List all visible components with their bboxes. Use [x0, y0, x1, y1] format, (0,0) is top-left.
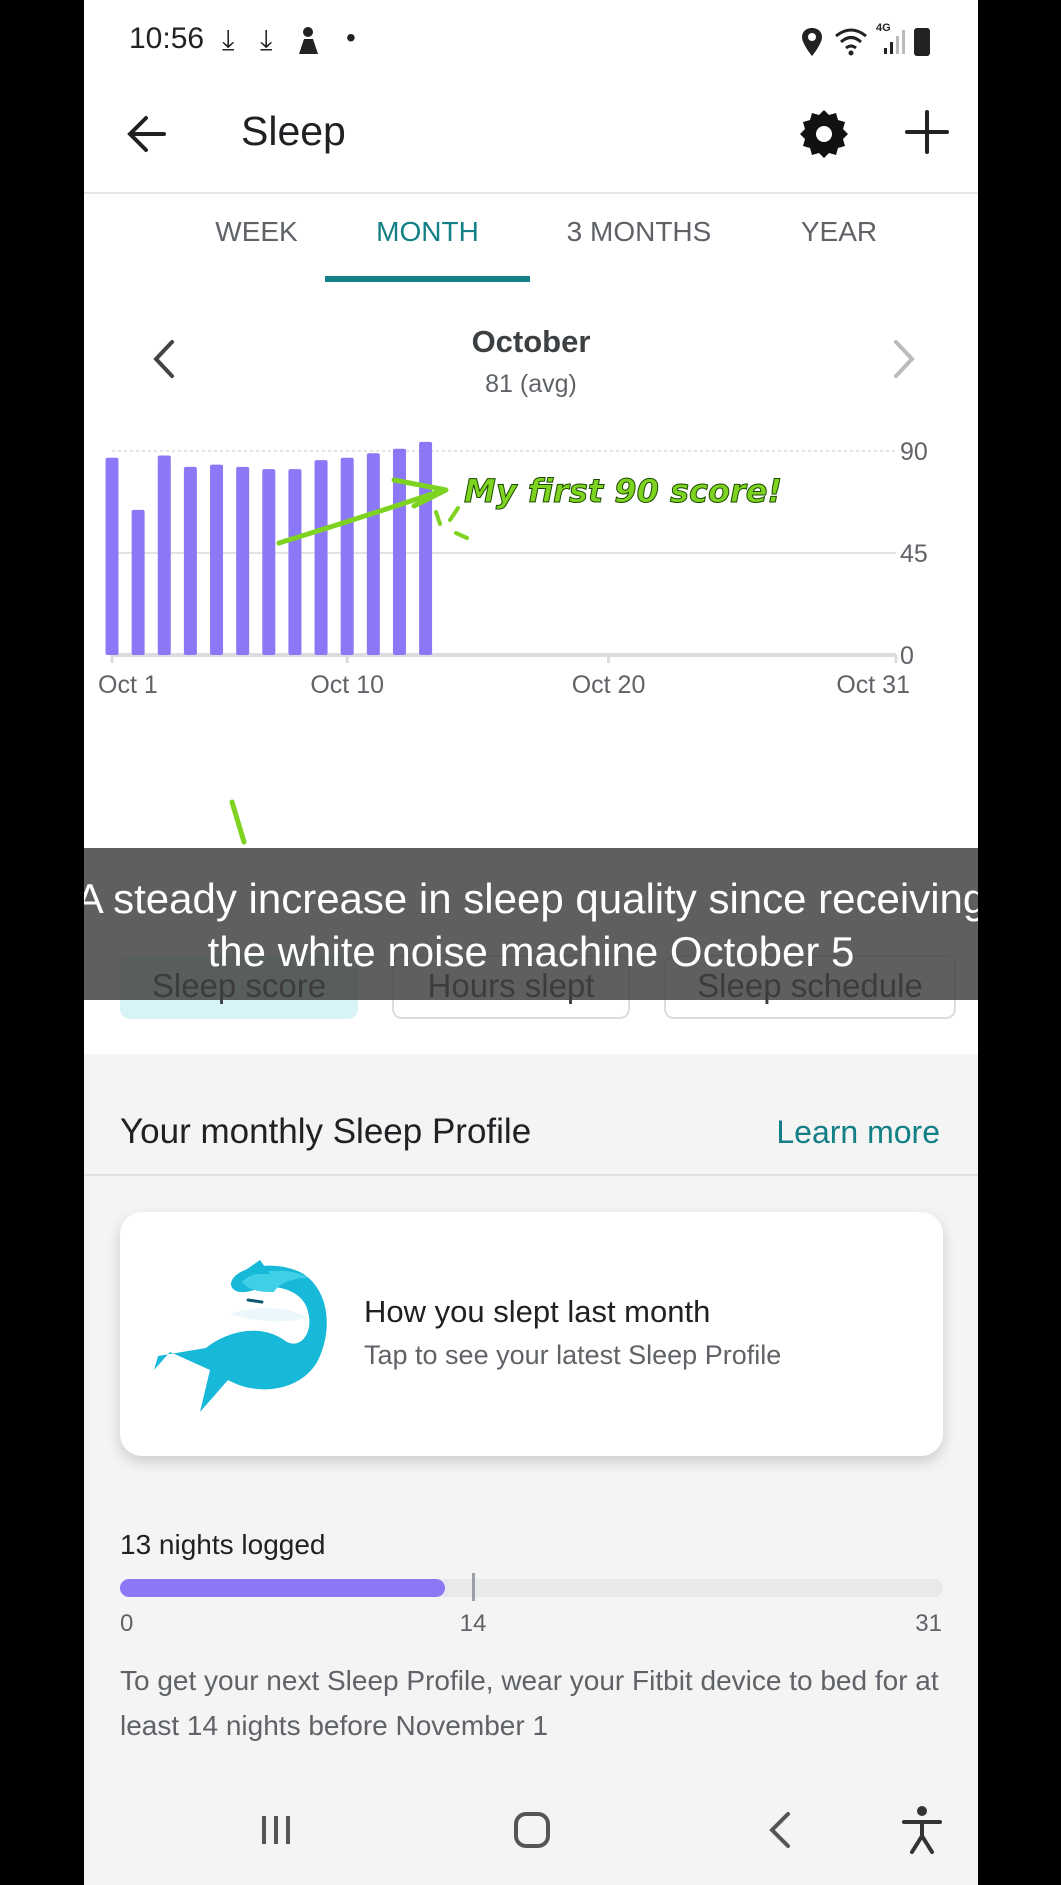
- status-bar: 10:56 ⤓ ⤓ • 4G: [84, 0, 978, 84]
- signal-4g-icon: 4G: [874, 22, 910, 56]
- network-label: 4G: [876, 22, 891, 34]
- month-average: 81 (avg): [485, 370, 577, 398]
- progress-max-label: 31: [915, 1610, 942, 1637]
- dot-icon: •: [346, 22, 356, 53]
- chart-bar: [288, 469, 302, 655]
- phone-screen: 10:56 ⤓ ⤓ • 4G Sleep WEEK MONTH 3 MONTHS…: [84, 0, 978, 1885]
- profile-note: To get your next Sleep Profile, wear you…: [120, 1665, 939, 1741]
- learn-more-link[interactable]: Learn more: [776, 1114, 940, 1151]
- download-icon: ⤓: [222, 24, 235, 55]
- home-icon[interactable]: [502, 1802, 562, 1858]
- tab-month[interactable]: MONTH: [325, 216, 530, 248]
- nights-progress-fill: [120, 1579, 446, 1597]
- app-bar: Sleep: [84, 84, 978, 194]
- recent-apps-icon[interactable]: [246, 1802, 306, 1858]
- range-tabs: WEEK MONTH 3 MONTHS YEAR: [84, 196, 978, 282]
- month-navigator: October 81 (avg): [84, 310, 978, 410]
- chart-bar: [340, 457, 354, 655]
- section-title: Your monthly Sleep Profile: [120, 1112, 532, 1151]
- chart-bar: [262, 469, 276, 655]
- dolphin-icon: [154, 1260, 327, 1412]
- sleep-score-chart: 90 45 0 Oct 1 Oct 10 Oct 20 Oct 31 My first 90…: [98, 440, 928, 845]
- chart-bar: [105, 457, 119, 655]
- wifi-icon: [835, 28, 867, 56]
- person-alert-icon: [299, 27, 318, 54]
- sleep-profile-card[interactable]: How you slept last month Tap to see your…: [120, 1212, 943, 1456]
- x-tick-label: Oct 10: [310, 671, 384, 699]
- progress-min-label: 0: [120, 1610, 134, 1637]
- tab-year[interactable]: YEAR: [764, 216, 914, 248]
- chart-bar: [210, 464, 224, 655]
- y-tick-label: 45: [900, 540, 928, 568]
- nav-back-icon[interactable]: [752, 1802, 812, 1858]
- chart-bar: [157, 455, 171, 655]
- x-tick-label: Oct 31: [836, 671, 910, 699]
- chart-bar: [366, 453, 380, 655]
- download-icon: ⤓: [260, 24, 273, 55]
- divider: [84, 1174, 978, 1176]
- system-nav-bar: [84, 1778, 978, 1885]
- battery-icon: [914, 28, 930, 56]
- sleep-profile-section: Your monthly Sleep Profile Learn more Ho…: [84, 1054, 978, 1885]
- page-title: Sleep: [241, 108, 346, 154]
- active-tab-indicator: [325, 276, 530, 282]
- annotation-mark: [229, 799, 247, 845]
- gear-icon[interactable]: [796, 106, 852, 162]
- x-tick-label: Oct 20: [572, 671, 646, 699]
- card-title: How you slept last month: [364, 1294, 711, 1329]
- caption-text: A steady increase in sleep quality since…: [84, 875, 978, 975]
- nights-progress-bar: [120, 1573, 943, 1601]
- x-tick-label: Oct 1: [98, 671, 158, 699]
- nights-logged: 13 nights logged: [120, 1529, 326, 1560]
- chart-bar: [236, 466, 250, 655]
- annotation-sparkle: [434, 506, 469, 540]
- chart-bar: [183, 466, 197, 655]
- card-subtitle: Tap to see your latest Sleep Profile: [364, 1340, 782, 1370]
- plus-icon[interactable]: [899, 104, 955, 160]
- accessibility-icon[interactable]: [892, 1802, 952, 1858]
- progress-target-marker: [471, 1573, 475, 1601]
- back-arrow-icon[interactable]: [124, 106, 174, 162]
- annotation-text: My first 90 score!: [464, 472, 782, 510]
- y-tick-label: 0: [900, 642, 914, 670]
- location-icon: [802, 28, 822, 56]
- chart-bar: [131, 509, 145, 655]
- progress-target-label: 14: [459, 1610, 487, 1637]
- tab-3-months[interactable]: 3 MONTHS: [544, 216, 734, 248]
- tab-week[interactable]: WEEK: [183, 216, 330, 248]
- chart-bar: [314, 460, 328, 655]
- month-label: October: [471, 324, 591, 359]
- chevron-right-icon[interactable]: [884, 334, 924, 384]
- status-time: 10:56: [129, 22, 205, 55]
- chart-bar: [419, 441, 433, 655]
- caption-overlay: A steady increase in sleep quality since…: [84, 848, 978, 1000]
- y-tick-label: 90: [900, 440, 928, 466]
